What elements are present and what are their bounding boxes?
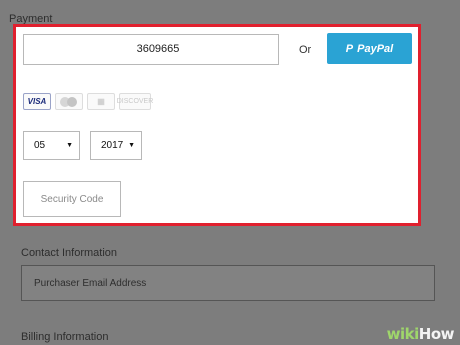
paypal-button[interactable]: P PayPal [327,33,412,64]
visa-icon: VISA [23,93,51,110]
billing-section-title: Billing Information [21,331,109,343]
expiry-month-select[interactable]: 05 ▼ [23,131,80,160]
expiry-year-select[interactable]: 2017 ▼ [90,131,142,160]
card-number-field[interactable]: 3609665 [23,34,279,65]
amex-icon: ▦ [87,93,115,110]
chevron-down-icon: ▼ [128,142,135,149]
paypal-label: PayPal [357,42,394,55]
paypal-icon: P [345,42,354,55]
card-logos: VISA ▦ DISCOVER [23,93,153,110]
expiry-year-value: 2017 [101,140,124,151]
or-label: Or [299,44,312,56]
mastercard-icon [55,93,83,110]
checkout-page: Payment 3609665 Or P PayPal VISA ▦ DISCO… [0,0,460,345]
security-code-field[interactable]: Security Code [23,181,121,217]
watermark-logo: wikiHow [386,325,455,343]
expiry-month-value: 05 [34,140,46,151]
chevron-down-icon: ▼ [66,142,73,149]
discover-icon: DISCOVER [117,93,153,110]
email-field[interactable]: Purchaser Email Address [21,265,435,301]
payment-highlight-box: 3609665 Or P PayPal VISA ▦ DISCOVER 05 ▼… [13,24,421,226]
contact-section-title: Contact Information [21,247,117,259]
